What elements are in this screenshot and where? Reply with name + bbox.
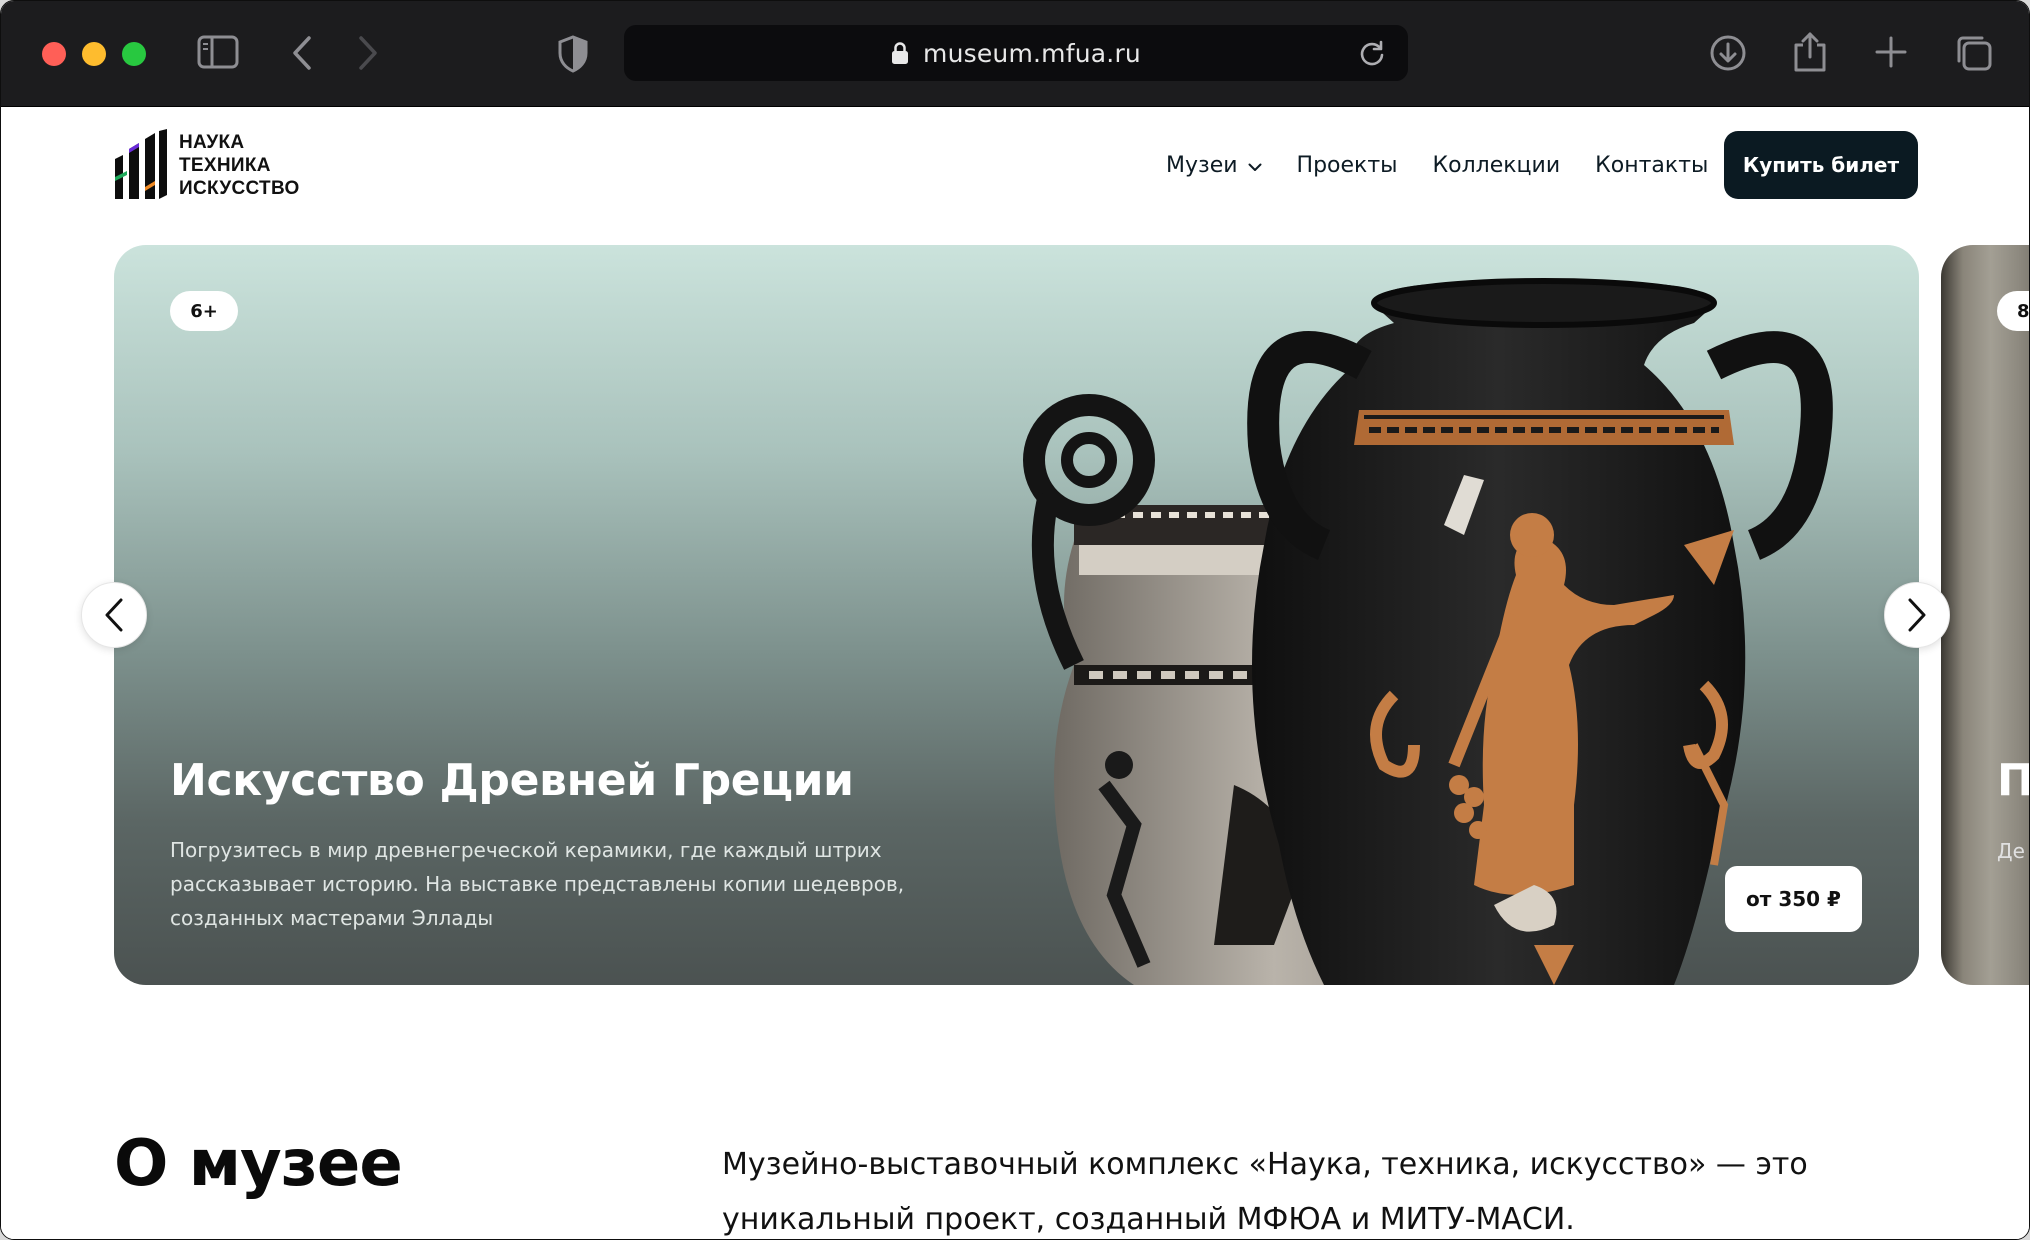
nav-item-contacts[interactable]: Контакты [1595,153,1708,178]
nav-item-museums[interactable]: Музеи [1166,153,1262,178]
new-tab-icon[interactable] [1875,36,1907,68]
chevron-left-icon [105,598,123,632]
nav-item-label: Коллекции [1432,153,1561,178]
nav-item-label: Проекты [1296,153,1398,178]
about-text: Музейно-выставочный комплекс «Наука, тех… [722,1147,1808,1237]
logo-line: ИСКУССТВО [179,177,300,199]
privacy-shield-icon[interactable] [557,35,589,73]
price-badge[interactable]: от 350 ₽ [1725,866,1862,932]
hero-slide[interactable]: 6+ Искусство Древней Греции Погрузитесь … [114,245,1919,985]
zoom-window-button[interactable] [122,42,146,66]
slide-title: П [1997,755,2029,806]
logo-line: НАУКА [179,131,245,153]
minimize-window-button[interactable] [82,42,106,66]
tab-overview-icon[interactable] [1955,34,1993,72]
share-icon[interactable] [1793,31,1827,73]
slide-description: Де [1997,839,2025,863]
slide-description: Погрузитесь в мир древнегреческой керами… [170,838,905,930]
nav-item-label: Музеи [1166,153,1238,178]
chevron-right-icon [1908,598,1926,632]
web-page: НАУКА ТЕХНИКА ИСКУССТВО Музеи Проекты Ко… [1,107,2029,1239]
nav-item-projects[interactable]: Проекты [1297,153,1398,178]
slider-next-button[interactable] [1884,582,1950,648]
browser-window: museum.mfua.ru НАУКА ТЕХНИКА ИСКУССТВО М… [0,0,2030,1240]
logo-mark-icon [115,129,167,199]
slider-prev-button[interactable] [81,582,147,648]
age-rating-badge: 8 [1997,291,2029,331]
site-header: НАУКА ТЕХНИКА ИСКУССТВО Музеи Проекты Ко… [1,107,2029,227]
nav-item-label: Контакты [1595,153,1709,178]
browser-toolbar: museum.mfua.ru [1,1,2029,107]
nav-item-collections[interactable]: Коллекции [1433,153,1561,178]
site-logo[interactable]: НАУКА ТЕХНИКА ИСКУССТВО [113,129,300,201]
url-text: museum.mfua.ru [923,38,1141,68]
close-window-button[interactable] [42,42,66,66]
downloads-icon[interactable] [1709,34,1747,72]
next-slide-peek[interactable]: 8 П Де [1941,245,2029,985]
main-nav: Музеи Проекты Коллекции Контакты [1166,153,1743,178]
buy-ticket-button[interactable]: Купить билет [1724,131,1918,199]
reload-icon[interactable] [1358,39,1386,71]
age-rating-badge: 6+ [170,291,238,331]
address-bar[interactable]: museum.mfua.ru [624,25,1408,81]
chevron-down-icon [1248,153,1262,178]
slide-title: Искусство Древней Греции [170,755,854,806]
about-title: О музее [114,1127,403,1201]
sidebar-toggle-icon[interactable] [197,35,239,69]
lock-icon [891,41,909,65]
back-icon[interactable] [291,35,313,71]
forward-icon[interactable] [357,35,379,71]
logo-line: ТЕХНИКА [179,154,271,176]
logo-text: НАУКА ТЕХНИКА ИСКУССТВО [179,131,300,200]
